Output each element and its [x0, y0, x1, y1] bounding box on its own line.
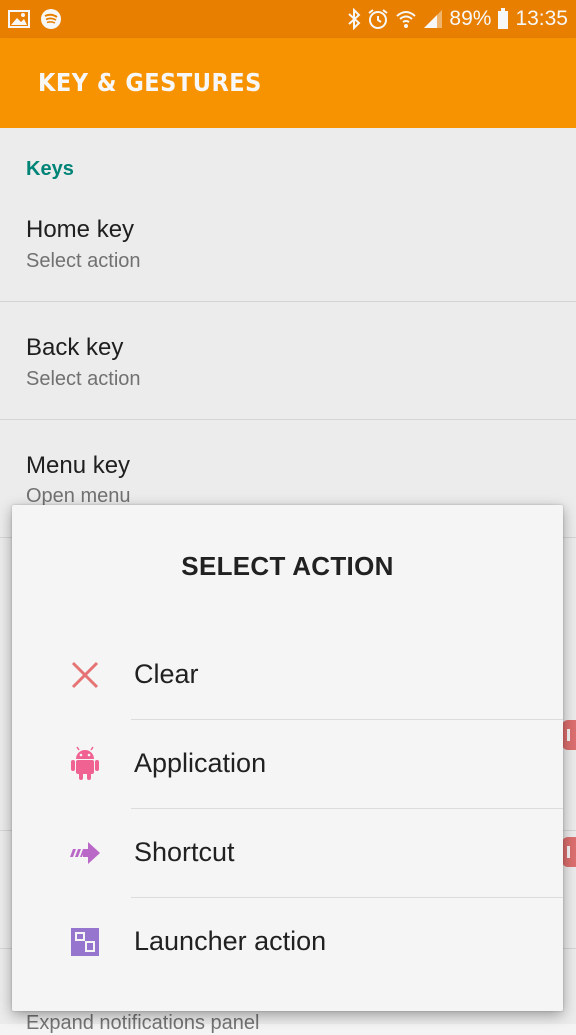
option-label: Shortcut	[134, 837, 235, 867]
option-label: Application	[134, 748, 267, 778]
shortcut-arrow-icon	[65, 833, 105, 873]
select-action-dialog: SELECT ACTION Clear Application Shortcut…	[12, 505, 563, 1011]
dialog-title: SELECT ACTION	[181, 551, 394, 581]
option-clear[interactable]: Clear	[12, 631, 563, 720]
launcher-icon	[65, 922, 105, 962]
option-launcher-action[interactable]: Launcher action	[12, 898, 563, 987]
option-shortcut[interactable]: Shortcut	[12, 809, 563, 898]
option-label: Launcher action	[134, 926, 327, 956]
android-icon	[65, 744, 105, 784]
option-application[interactable]: Application	[12, 720, 563, 809]
clear-icon	[65, 655, 105, 695]
option-label: Clear	[134, 659, 199, 689]
